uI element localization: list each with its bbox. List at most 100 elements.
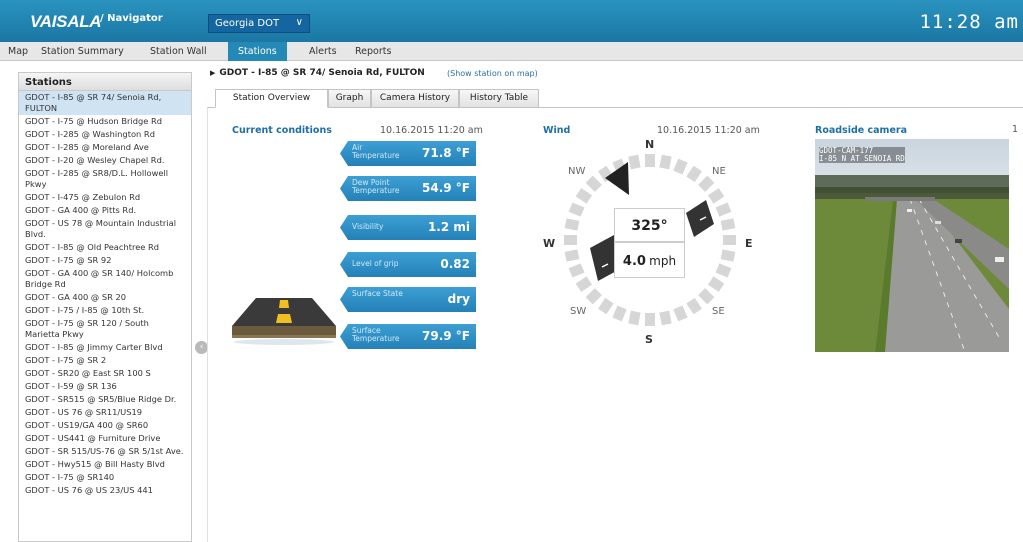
station-list-item[interactable]: GDOT - I-75 @ SR140 (19, 471, 191, 484)
tab-reports[interactable]: Reports (355, 42, 391, 61)
condition-surface-temperature: Surface Temperature 79.9 °F (340, 324, 476, 349)
compass-tick (628, 154, 641, 170)
station-list-item[interactable]: GDOT - US441 @ Furniture Drive (19, 432, 191, 445)
station-list-item[interactable]: GDOT - I-85 @ Jimmy Carter Blvd (19, 341, 191, 354)
station-list-item[interactable]: GDOT - I-285 @ Washington Rd (19, 128, 191, 141)
vaisala-logo[interactable]: VAISALA (30, 12, 102, 32)
station-list-item[interactable]: GDOT - Hwy515 @ Bill Hasty Blvd (19, 458, 191, 471)
condition-label: Surface State (352, 289, 403, 298)
station-list-item[interactable]: GDOT - I-75 @ Hudson Bridge Rd (19, 115, 191, 128)
compass-tick (720, 249, 736, 262)
compass-tick (715, 263, 732, 278)
app-name: / Navigator (100, 13, 163, 24)
station-list-item[interactable]: GDOT - I-75 @ SR 92 (19, 254, 191, 267)
station-list-item[interactable]: GDOT - I-75 @ SR 2 (19, 354, 191, 367)
station-list-item[interactable]: GDOT - I-85 @ SR 74/ Senoia Rd, FULTON (19, 91, 191, 115)
condition-visibility: Visibility 1.2 mi (340, 215, 476, 240)
compass-tick (575, 188, 593, 204)
camera-overlay-text: GDOT-CAM-177 I-85 N AT SENOIA RD (819, 147, 905, 163)
wind-speed-unit: mph (649, 254, 677, 268)
wind-timestamp: 10.16.2015 11:20 am (657, 125, 760, 136)
compass-label-e: E (745, 237, 753, 250)
caret-right-icon: ▶ (210, 69, 216, 77)
tab-station-summary[interactable]: Station Summary (41, 42, 124, 61)
station-list-item[interactable]: GDOT - SR515 @ SR5/Blue Ridge Dr. (19, 393, 191, 406)
subtab-station-overview[interactable]: Station Overview (215, 89, 328, 108)
compass-tick (698, 175, 715, 192)
tab-alerts[interactable]: Alerts (309, 42, 337, 61)
subtab-camera-history[interactable]: Camera History (371, 89, 459, 108)
compass-label-s: S (645, 333, 653, 346)
current-conditions-title: Current conditions (232, 125, 332, 136)
station-list-item[interactable]: GDOT - I-20 @ Wesley Chapel Rd. (19, 154, 191, 167)
compass-tick (723, 235, 736, 245)
condition-dew-point: Dew Point Temperature 54.9 °F (340, 176, 476, 201)
sidebar-title: Stations (19, 73, 191, 91)
compass-tick (720, 218, 736, 231)
station-list-item[interactable]: GDOT - SR 515/US-76 @ SR 5/1st Ave. (19, 445, 191, 458)
station-list-item[interactable]: GDOT - US 76 @ US 23/US 441 (19, 484, 191, 497)
compass-tick (698, 288, 715, 305)
compass-tick (564, 249, 580, 262)
compass-label-se: SE (712, 306, 725, 317)
road-surface-illustration (232, 298, 336, 345)
station-title: ▶ GDOT - I-85 @ SR 74/ Senoia Rd, FULTON (210, 68, 425, 78)
compass-tick (686, 165, 702, 183)
station-list-item[interactable]: GDOT - GA 400 @ SR 140/ Holcomb Bridge R… (19, 267, 191, 291)
compass-tick (707, 276, 725, 292)
organization-select[interactable]: Georgia DOT ∨ (208, 14, 310, 33)
station-list-item[interactable]: GDOT - US 78 @ Mountain Industrial Blvd. (19, 217, 191, 241)
condition-label: Surface Temperature (352, 326, 400, 343)
compass-tick (645, 154, 655, 167)
compass-label-ne: NE (712, 166, 726, 177)
compass-tick (568, 263, 585, 278)
compass-tick (564, 235, 577, 245)
app-header: VAISALA / Navigator Georgia DOT ∨ 11:28 … (0, 0, 1023, 42)
compass-label-nw: NW (568, 166, 586, 177)
condition-value: 0.82 (440, 257, 470, 271)
compass-label-n: N (645, 138, 655, 151)
compass-tick (659, 310, 672, 326)
station-list-item[interactable]: GDOT - US 76 @ SR11/US19 (19, 406, 191, 419)
compass-tick (568, 202, 585, 217)
subtab-graph[interactable]: Graph (328, 89, 371, 108)
station-list-item[interactable]: GDOT - I-85 @ Old Peachtree Rd (19, 241, 191, 254)
station-name: GDOT - I-85 @ SR 74/ Senoia Rd, FULTON (219, 68, 425, 78)
station-list: GDOT - I-85 @ SR 74/ Senoia Rd, FULTON GD… (19, 91, 191, 497)
subtab-history-table[interactable]: History Table (459, 89, 539, 108)
station-list-item[interactable]: GDOT - I-75 @ SR 120 / South Marietta Pk… (19, 317, 191, 341)
compass-label-w: W (543, 237, 556, 250)
condition-label: Dew Point Temperature (352, 178, 400, 195)
tab-station-wall[interactable]: Station Wall (150, 42, 207, 61)
condition-label: Air Temperature (352, 143, 400, 160)
compass-tick (564, 218, 580, 231)
next-camera-title-fragment: 1 (1012, 124, 1019, 135)
station-list-item[interactable]: GDOT - I-475 @ Zebulon Rd (19, 191, 191, 204)
compass-tick (659, 154, 672, 170)
show-station-on-map-link[interactable]: (Show station on map) (447, 69, 538, 78)
wind-speed-box: 4.0 mph (614, 242, 685, 278)
wind-title: Wind (543, 125, 571, 136)
compass-tick (575, 276, 593, 292)
roadside-camera-image[interactable]: GDOT-CAM-177 I-85 N AT SENOIA RD (815, 139, 1009, 352)
tab-map[interactable]: Map (8, 42, 28, 61)
condition-label: Level of grip (352, 259, 399, 268)
station-list-item[interactable]: GDOT - I-59 @ SR 136 (19, 380, 191, 393)
condition-level-of-grip: Level of grip 0.82 (340, 252, 476, 277)
station-list-item[interactable]: GDOT - GA 400 @ Pitts Rd. (19, 204, 191, 217)
condition-air-temperature: Air Temperature 71.8 °F (340, 141, 476, 166)
station-list-item[interactable]: GDOT - SR20 @ East SR 100 S (19, 367, 191, 380)
station-list-item[interactable]: GDOT - I-75 / I-85 @ 10th St. (19, 304, 191, 317)
compass-tick (612, 305, 627, 322)
station-list-item[interactable]: GDOT - US19/GA 400 @ SR60 (19, 419, 191, 432)
station-list-item[interactable]: GDOT - I-285 @ Moreland Ave (19, 141, 191, 154)
tab-stations[interactable]: Stations (228, 42, 287, 61)
chevron-down-icon: ∨ (295, 17, 303, 28)
main-tab-bar: Map Station Summary Station Wall Station… (0, 42, 1023, 61)
station-list-item[interactable]: GDOT - I-285 @ SR8/D.L. Hollowell Pkwy (19, 167, 191, 191)
clock: 11:28 am (919, 11, 1019, 33)
compass-tick (598, 297, 614, 315)
compass-tick (673, 305, 688, 322)
compass-tick (585, 288, 602, 305)
station-list-item[interactable]: GDOT - GA 400 @ SR 20 (19, 291, 191, 304)
